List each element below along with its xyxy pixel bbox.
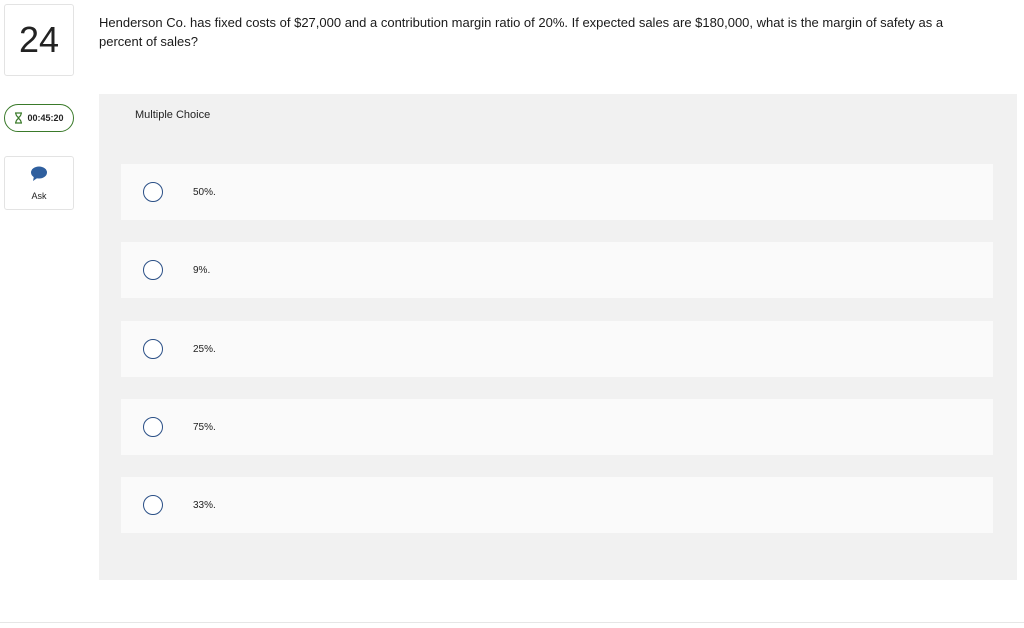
timer-value: 00:45:20	[27, 113, 64, 123]
choice-option[interactable]: 33%.	[121, 477, 993, 533]
speech-bubble-icon	[30, 166, 48, 187]
answer-panel-title: Multiple Choice	[135, 109, 211, 121]
ask-button[interactable]: Ask	[4, 156, 74, 210]
choice-label: 9%.	[193, 264, 211, 276]
question-number: 24	[4, 4, 74, 76]
ask-label: Ask	[31, 190, 47, 201]
choice-option[interactable]: 9%.	[121, 242, 993, 298]
hourglass-icon	[14, 112, 23, 124]
question-text: Henderson Co. has fixed costs of $27,000…	[99, 15, 944, 49]
choice-option[interactable]: 50%.	[121, 164, 993, 220]
answer-panel: Multiple Choice 50%. 9%. 25%. 75%. 33%.	[99, 94, 1017, 580]
radio-button[interactable]	[143, 417, 163, 437]
timer[interactable]: 00:45:20	[4, 104, 74, 132]
choice-option[interactable]: 75%.	[121, 399, 993, 455]
choice-label: 33%.	[193, 499, 216, 511]
radio-button[interactable]	[143, 260, 163, 280]
divider	[0, 622, 1024, 623]
choice-option[interactable]: 25%.	[121, 321, 993, 377]
radio-button[interactable]	[143, 339, 163, 359]
question-page: 24 00:45:20 Ask Henderson Co. has fixed …	[0, 0, 1024, 628]
choice-label: 25%.	[193, 343, 216, 355]
radio-button[interactable]	[143, 495, 163, 515]
choice-label: 50%.	[193, 186, 216, 198]
radio-button[interactable]	[143, 182, 163, 202]
choice-label: 75%.	[193, 421, 216, 433]
